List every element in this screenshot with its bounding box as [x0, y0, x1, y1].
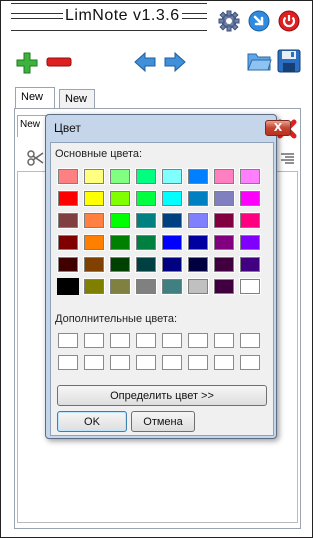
basic-color-swatch[interactable] — [161, 212, 183, 229]
gear-icon[interactable] — [218, 10, 240, 32]
basic-color-swatch[interactable] — [109, 190, 131, 207]
custom-color-swatch[interactable] — [110, 355, 130, 370]
dialog-body: Основные цвета: Дополнительные цвета: Оп… — [50, 142, 274, 436]
ok-button-label: OK — [84, 415, 100, 428]
custom-color-swatch[interactable] — [188, 333, 208, 348]
basic-color-swatch[interactable] — [109, 256, 131, 273]
arrow-right-icon[interactable] — [163, 51, 187, 73]
basic-color-swatch[interactable] — [135, 190, 157, 207]
basic-color-swatch[interactable] — [213, 278, 235, 295]
basic-color-swatch[interactable] — [57, 212, 79, 229]
basic-color-swatch[interactable] — [109, 234, 131, 251]
scissors-icon[interactable] — [26, 149, 44, 167]
basic-color-swatch[interactable] — [109, 278, 131, 295]
folder-icon[interactable] — [246, 49, 272, 73]
subtab-new[interactable]: New — [17, 115, 47, 137]
custom-color-swatch[interactable] — [84, 333, 104, 348]
align-right-icon[interactable] — [279, 151, 295, 167]
basic-color-swatch[interactable] — [239, 190, 261, 207]
tab-new-2[interactable]: New — [59, 89, 95, 110]
basic-color-swatch[interactable] — [239, 256, 261, 273]
basic-color-swatch[interactable] — [83, 190, 105, 207]
basic-color-swatch[interactable] — [57, 256, 79, 273]
basic-color-swatch[interactable] — [83, 168, 105, 185]
custom-color-swatch[interactable] — [84, 355, 104, 370]
custom-color-swatch[interactable] — [214, 355, 234, 370]
custom-color-swatch[interactable] — [58, 355, 78, 370]
basic-color-swatch[interactable] — [135, 234, 157, 251]
basic-color-swatch[interactable] — [83, 212, 105, 229]
basic-color-swatch[interactable] — [239, 212, 261, 229]
tab-label: New — [21, 91, 44, 103]
ok-button[interactable]: OK — [57, 411, 127, 432]
basic-color-swatch[interactable] — [187, 256, 209, 273]
basic-color-swatch[interactable] — [57, 278, 79, 295]
basic-color-swatch[interactable] — [135, 212, 157, 229]
basic-color-swatch[interactable] — [109, 168, 131, 185]
power-icon[interactable] — [278, 10, 300, 32]
basic-color-swatch[interactable] — [161, 168, 183, 185]
tab-new-1[interactable]: New — [15, 87, 55, 109]
basic-color-swatch[interactable] — [83, 278, 105, 295]
define-custom-color-button[interactable]: Определить цвет >> — [57, 385, 267, 406]
basic-colors-label: Основные цвета: — [55, 148, 143, 160]
minus-icon[interactable] — [46, 56, 72, 68]
basic-color-swatch[interactable] — [213, 212, 235, 229]
arrow-left-icon[interactable] — [133, 51, 157, 73]
dialog-close-button[interactable]: X — [265, 120, 291, 136]
custom-colors-label: Дополнительные цвета: — [55, 313, 177, 325]
basic-color-swatch[interactable] — [57, 190, 79, 207]
basic-color-swatch[interactable] — [83, 234, 105, 251]
basic-color-swatch[interactable] — [135, 168, 157, 185]
app-title-bar: LimNote v1.3.6 — [11, 3, 207, 31]
basic-color-swatch[interactable] — [187, 190, 209, 207]
basic-color-swatch[interactable] — [135, 278, 157, 295]
basic-color-swatch[interactable] — [187, 168, 209, 185]
basic-color-swatch[interactable] — [239, 278, 261, 295]
custom-color-swatch[interactable] — [162, 333, 182, 348]
basic-color-swatch[interactable] — [161, 278, 183, 295]
plus-icon[interactable] — [15, 51, 39, 75]
basic-color-swatch[interactable] — [213, 190, 235, 207]
basic-color-swatch[interactable] — [135, 256, 157, 273]
custom-color-swatch[interactable] — [188, 355, 208, 370]
define-button-label: Определить цвет >> — [110, 389, 214, 402]
cancel-button[interactable]: Отмена — [131, 411, 195, 432]
custom-color-swatch[interactable] — [110, 333, 130, 348]
limnote-window: LimNote v1.3.6 New New New Цвет X Основн… — [0, 0, 313, 538]
basic-color-swatch[interactable] — [161, 256, 183, 273]
custom-color-swatch[interactable] — [214, 333, 234, 348]
floppy-disk-icon[interactable] — [277, 49, 301, 73]
basic-color-swatch[interactable] — [213, 168, 235, 185]
basic-color-swatch[interactable] — [213, 256, 235, 273]
basic-color-swatch[interactable] — [239, 168, 261, 185]
app-title: LimNote v1.3.6 — [63, 7, 182, 25]
basic-color-swatch[interactable] — [109, 212, 131, 229]
dialog-title: Цвет — [54, 121, 81, 135]
basic-color-swatch[interactable] — [161, 190, 183, 207]
basic-color-swatch[interactable] — [213, 234, 235, 251]
basic-color-swatch[interactable] — [83, 256, 105, 273]
tab-label: New — [65, 93, 88, 105]
close-icon: X — [273, 121, 283, 134]
basic-color-swatch[interactable] — [57, 168, 79, 185]
arrow-down-right-icon[interactable] — [248, 10, 270, 32]
basic-color-swatch[interactable] — [57, 234, 79, 251]
basic-color-swatch[interactable] — [239, 234, 261, 251]
custom-color-swatch[interactable] — [240, 333, 260, 348]
custom-color-swatch[interactable] — [136, 333, 156, 348]
custom-color-swatch[interactable] — [136, 355, 156, 370]
custom-color-swatch[interactable] — [58, 333, 78, 348]
basic-color-swatch[interactable] — [161, 234, 183, 251]
basic-color-swatch[interactable] — [187, 234, 209, 251]
cancel-button-label: Отмена — [143, 415, 183, 428]
custom-color-swatch[interactable] — [162, 355, 182, 370]
subtab-label: New — [20, 119, 41, 130]
custom-color-swatch[interactable] — [240, 355, 260, 370]
color-dialog: Цвет X Основные цвета: Дополнительные цв… — [45, 114, 291, 439]
basic-color-swatch[interactable] — [187, 212, 209, 229]
basic-color-swatch[interactable] — [187, 278, 209, 295]
